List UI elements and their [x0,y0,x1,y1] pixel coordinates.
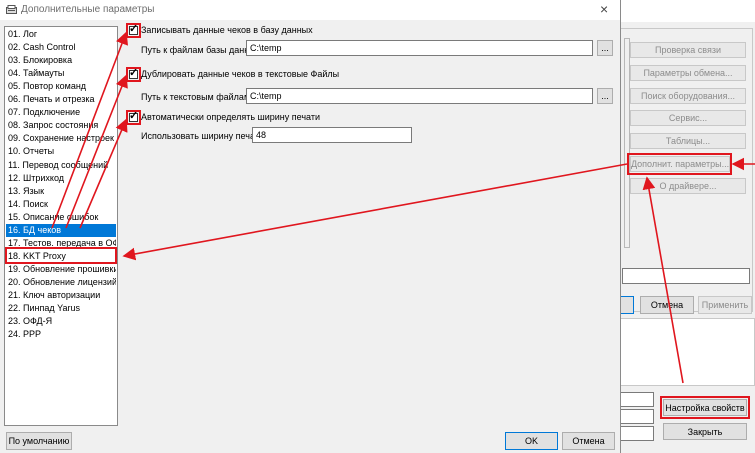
list-item[interactable]: 05. Повтор команд [6,80,116,93]
list-item[interactable]: 19. Обновление прошивки [6,263,116,276]
list-item[interactable]: 20. Обновление лицензий [6,276,116,289]
list-item[interactable]: 09. Сохранение настроек [6,132,116,145]
device-properties-highlight [660,396,750,419]
list-item[interactable]: 22. Пинпад Yarus [6,302,116,315]
cancel-button[interactable]: Отмена [562,432,615,450]
close-main-button[interactable]: Закрыть [663,423,747,440]
check-connection-button[interactable]: Проверка связи [630,42,746,58]
list-item[interactable]: 03. Блокировка [6,54,116,67]
list-item[interactable]: 02. Cash Control [6,41,116,54]
selected-item-highlight [5,247,117,264]
status-field [622,268,750,284]
lower-white-panel [612,318,755,386]
list-item[interactable]: 07. Подключение [6,106,116,119]
list-item[interactable]: 11. Перевод сообщений [6,159,116,172]
additional-params-highlight [627,153,732,175]
close-icon[interactable]: × [600,1,608,17]
text-path-input[interactable]: C:\temp [246,88,593,104]
bottom-cancel-button[interactable]: Отмена [640,296,694,314]
text-path-browse-button[interactable]: ... [597,88,613,104]
auto-width-label: Автоматически определять ширину печати [141,112,320,122]
list-item[interactable]: 21. Ключ авторизации [6,289,116,302]
bottom-apply-button[interactable]: Применить [698,296,752,314]
list-item[interactable]: 13. Язык [6,185,116,198]
about-driver-button[interactable]: О драйвере... [630,178,746,194]
auto-width-checkbox-highlight [126,110,141,125]
list-item[interactable]: 08. Запрос состояния [6,119,116,132]
list-item[interactable]: 14. Поиск [6,198,116,211]
db-path-input[interactable]: C:\temp [246,40,593,56]
service-button[interactable]: Сервис... [630,110,746,126]
default-button[interactable]: По умолчанию [6,432,72,450]
write-db-checkbox-highlight [126,23,141,38]
list-item[interactable]: 16. БД чеков [6,223,116,237]
list-item[interactable]: 15. Описание ошибок [6,211,116,224]
width-label: Использовать ширину печати: [141,131,267,141]
dialog-title: Дополнительные параметры [21,4,155,15]
list-item[interactable]: 06. Печать и отрезка [6,93,116,106]
exchange-params-button[interactable]: Параметры обмена... [630,65,746,81]
width-input[interactable]: 48 [252,127,412,143]
app-icon [6,5,17,15]
write-db-label: Записывать данные чеков в базу данных [141,25,313,35]
dup-text-label: Дублировать данные чеков в текстовые Фай… [141,69,340,79]
list-item[interactable]: 01. Лог [6,28,116,41]
list-item[interactable]: 04. Таймауты [6,67,116,80]
ok-button[interactable]: OK [505,432,558,450]
list-item[interactable]: 23. ОФД-Я [6,315,116,328]
list-item[interactable]: 12. Штрихкод [6,172,116,185]
find-hardware-button[interactable]: Поиск оборудования... [630,88,746,104]
db-path-label: Путь к файлам базы данных: [141,45,263,55]
list-item[interactable]: 24. PPP [6,328,116,341]
dup-text-checkbox-highlight [126,67,141,82]
db-path-browse-button[interactable]: ... [597,40,613,56]
text-path-label: Путь к текстовым файлам: [141,92,253,102]
tables-button[interactable]: Таблицы... [630,133,746,149]
list-item[interactable]: 10. Отчеты [6,145,116,158]
